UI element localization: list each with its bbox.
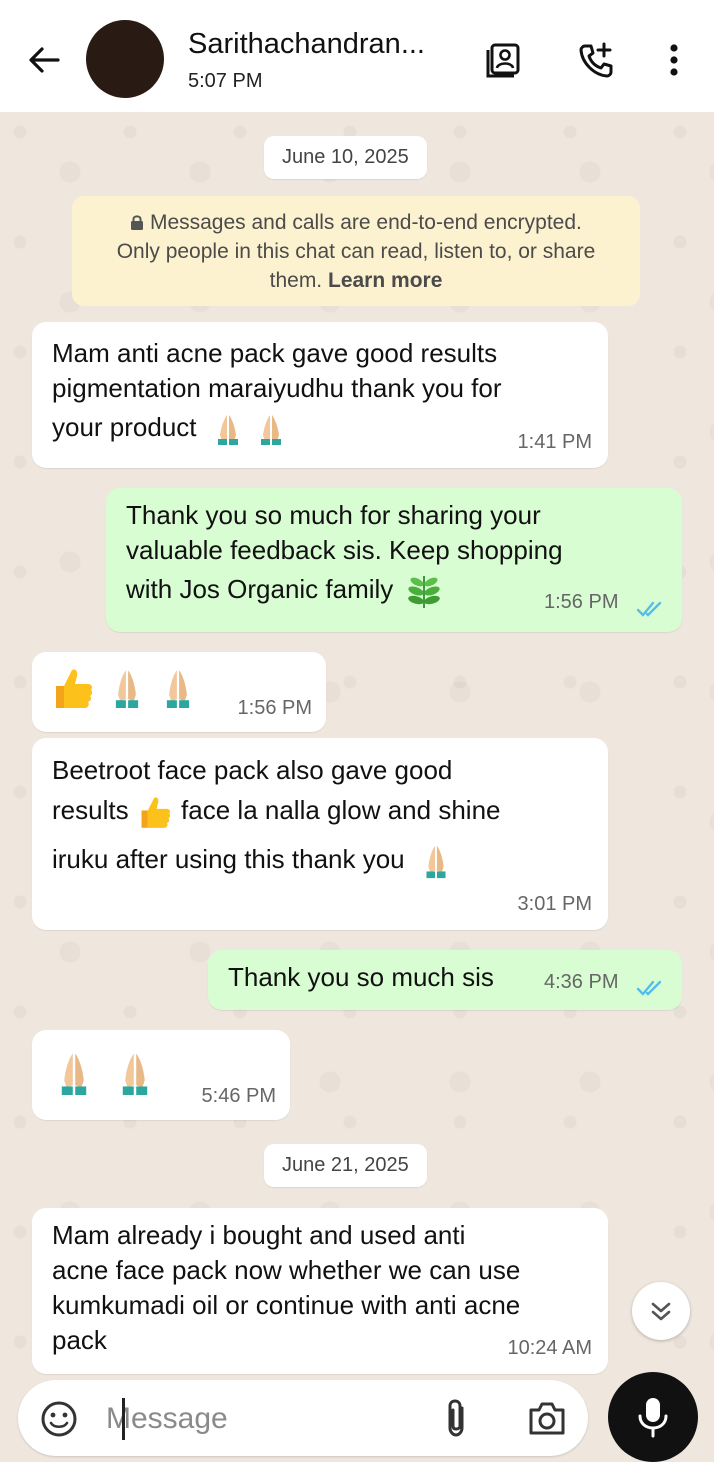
message-text: acne face pack now whether we can use	[52, 1255, 521, 1285]
message-input[interactable]	[104, 1390, 408, 1448]
thumbs-up-icon	[56, 669, 93, 708]
message-bubble-incoming[interactable]: Beetroot face pack also gave good result…	[32, 738, 608, 930]
contact-name[interactable]: Sarithachandran...	[188, 28, 425, 61]
camera-icon[interactable]	[526, 1398, 568, 1438]
contact-card-icon[interactable]	[484, 40, 524, 80]
message-bubble-incoming[interactable]: Mam anti acne pack gave good results pig…	[32, 322, 608, 468]
message-text: pigmentation maraiyudhu thank you for	[52, 373, 502, 403]
avatar[interactable]	[86, 20, 164, 98]
folded-hands-icon	[167, 670, 190, 708]
message-text: Beetroot face pack also gave good	[52, 755, 453, 785]
thumbs-up-icon	[141, 797, 170, 828]
scroll-down-icon	[651, 1302, 671, 1321]
notice-line: Messages and calls are end-to-end encryp…	[149, 211, 582, 234]
sticker-icon[interactable]	[40, 1400, 78, 1438]
voice-message-button[interactable]	[608, 1372, 698, 1462]
message-time: 3:01 PM	[517, 893, 592, 915]
message-text: Thank you so much sis	[228, 962, 494, 992]
message-time: 1:56 PM	[237, 697, 312, 719]
message-text: your product	[52, 412, 197, 442]
message-time: 1:41 PM	[517, 431, 592, 453]
message-time: 4:36 PM	[544, 971, 619, 993]
message-time: 1:56 PM	[544, 591, 619, 613]
text-caret	[122, 1398, 125, 1440]
message-text: iruku after using this thank you	[52, 844, 405, 875]
message-composer	[18, 1380, 588, 1456]
notice-line: them.	[269, 269, 323, 292]
double-check-icon	[636, 601, 662, 617]
chat-header: Sarithachandran... 5:07 PM	[0, 0, 714, 112]
folded-hands-icon	[426, 846, 446, 879]
message-bubble-incoming[interactable]: 5:46 PM	[32, 1030, 290, 1120]
message-text: face la nalla glow and shine	[181, 795, 501, 825]
message-text: pack	[52, 1325, 107, 1355]
folded-hands-icon	[116, 670, 139, 708]
date-separator: June 10, 2025	[264, 136, 427, 179]
learn-more-link[interactable]: Learn more	[328, 269, 442, 292]
message-text: valuable feedback sis. Keep shopping	[126, 535, 563, 565]
encryption-notice[interactable]: Messages and calls are end-to-end encryp…	[72, 196, 640, 306]
double-check-icon	[636, 980, 662, 996]
lock-icon	[131, 215, 144, 230]
message-text: results	[52, 795, 129, 825]
attach-icon[interactable]	[440, 1398, 472, 1440]
message-bubble-outgoing[interactable]: Thank you so much sis 4:36 PM	[208, 950, 682, 1010]
message-bubble-outgoing[interactable]: Thank you so much for sharing your valua…	[106, 488, 682, 632]
last-seen: 5:07 PM	[188, 70, 263, 92]
message-text: Thank you so much for sharing your	[126, 500, 541, 530]
message-text: Mam anti acne pack gave good results	[52, 338, 498, 368]
folded-hands-icon	[61, 1053, 87, 1095]
message-text: with Jos Organic family	[126, 574, 394, 604]
scroll-to-bottom-button[interactable]	[632, 1282, 690, 1340]
more-vert-icon[interactable]	[654, 40, 694, 80]
message-bubble-incoming[interactable]: Mam already i bought and used anti acne …	[32, 1208, 608, 1374]
date-separator: June 21, 2025	[264, 1144, 427, 1187]
folded-hands-icon	[123, 1053, 148, 1095]
herb-icon	[407, 576, 440, 609]
folded-hands-icon	[217, 415, 238, 446]
message-time: 5:46 PM	[201, 1085, 276, 1107]
message-bubble-incoming[interactable]: 1:56 PM	[32, 652, 326, 732]
folded-hands-icon	[261, 415, 281, 446]
message-text: Mam already i bought and used anti	[52, 1220, 466, 1250]
notice-line: Only people in this chat can read, liste…	[116, 240, 596, 263]
message-time: 10:24 AM	[507, 1337, 592, 1359]
mic-icon	[638, 1398, 668, 1438]
add-call-icon[interactable]	[576, 40, 616, 80]
message-text: kumkumadi oil or continue with anti acne	[52, 1290, 521, 1320]
back-arrow-icon[interactable]	[24, 40, 64, 80]
